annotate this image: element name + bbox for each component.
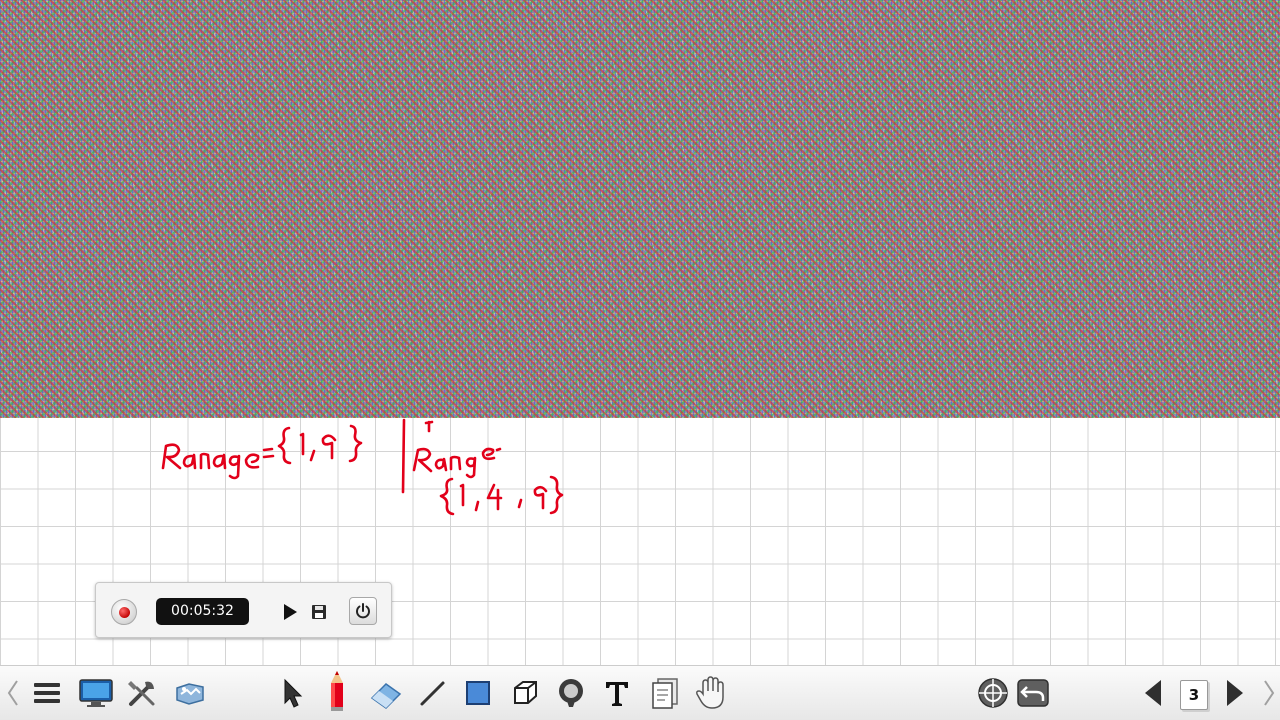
hand-icon: [696, 676, 724, 709]
text-tool[interactable]: [597, 673, 637, 713]
record-button[interactable]: [111, 599, 137, 625]
spotlight-tool[interactable]: [551, 673, 591, 713]
page-number-indicator[interactable]: 3: [1180, 680, 1208, 710]
display-icon: [79, 679, 113, 707]
rectangle-tool[interactable]: [458, 673, 498, 713]
recording-timer: 00:05:32: [156, 598, 249, 625]
handwritten-range-left: [161, 424, 363, 480]
line-icon: [420, 681, 445, 706]
target-button[interactable]: [973, 673, 1013, 713]
pan-tool[interactable]: [691, 673, 731, 713]
menu-icon: [34, 683, 60, 703]
gallery-icon: [176, 683, 204, 705]
eraser-tool[interactable]: [366, 673, 406, 713]
eraser-icon: [370, 683, 402, 709]
previous-page-button[interactable]: [1133, 673, 1173, 713]
select-arrow-icon: [284, 678, 303, 708]
text-icon: [606, 682, 628, 706]
next-page-button[interactable]: [1215, 673, 1255, 713]
bottom-toolbar: [0, 665, 1280, 720]
play-icon: [284, 604, 297, 620]
spotlight-icon: [559, 679, 583, 707]
recorder-panel: 00:05:32: [95, 582, 392, 638]
power-icon: [356, 603, 370, 619]
pages-icon: [652, 678, 678, 709]
floppy-disk-icon: [312, 605, 326, 619]
play-button[interactable]: [277, 599, 303, 625]
3d-shape-tool[interactable]: [505, 673, 545, 713]
collapse-right-icon[interactable]: [1262, 678, 1276, 708]
rectangle-icon: [466, 681, 490, 705]
next-page-icon: [1227, 680, 1243, 706]
pen-tool[interactable]: [317, 666, 357, 716]
tools-icon: [128, 681, 155, 706]
pages-tool[interactable]: [645, 673, 685, 713]
cube-icon: [514, 681, 537, 704]
collapse-left-icon[interactable]: [6, 678, 20, 708]
display-button[interactable]: [76, 673, 116, 713]
line-tool[interactable]: [412, 673, 452, 713]
handwritten-range-right: [412, 447, 564, 516]
target-icon: [978, 678, 1008, 708]
pen-icon: [331, 671, 343, 711]
undo-icon: [1017, 679, 1049, 707]
record-icon: [119, 607, 130, 618]
select-tool[interactable]: [272, 673, 312, 713]
close-recorder-button[interactable]: [349, 597, 377, 625]
gallery-button[interactable]: [170, 673, 210, 713]
undo-button[interactable]: [1013, 673, 1053, 713]
previous-page-icon: [1145, 680, 1161, 706]
tools-button[interactable]: [122, 673, 162, 713]
save-recording-button[interactable]: [306, 599, 332, 625]
menu-button[interactable]: [27, 673, 67, 713]
